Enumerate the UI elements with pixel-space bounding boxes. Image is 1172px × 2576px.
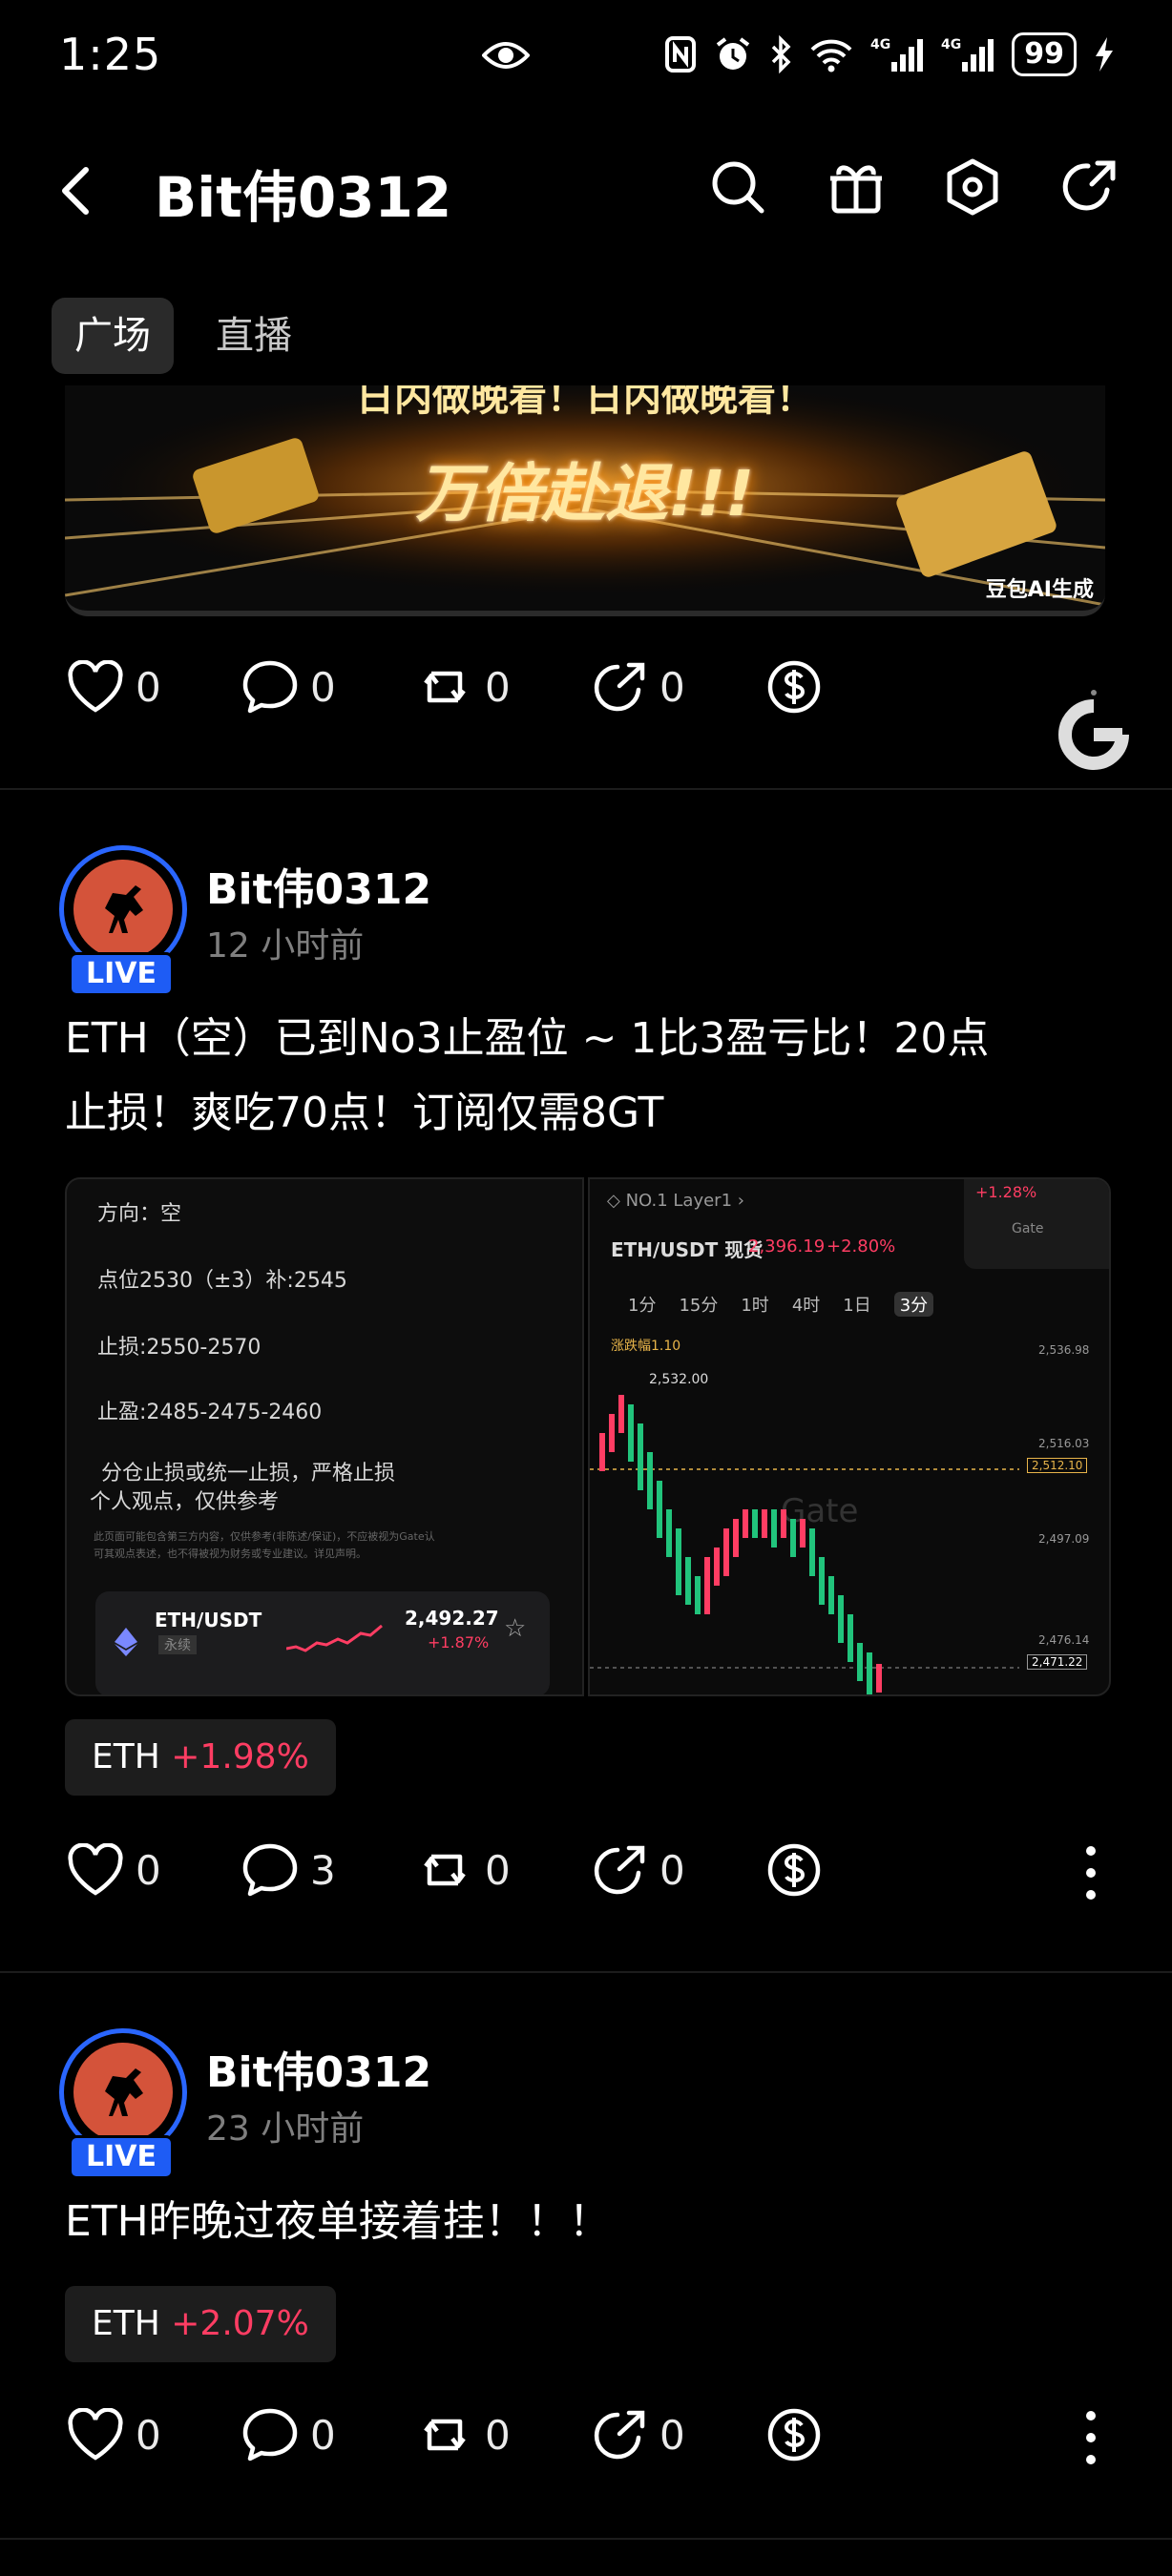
coin-chip[interactable]: ETH +2.07% [65,2286,336,2362]
divider [0,1971,1172,1973]
coin-chip[interactable]: ETH +1.98% [65,1719,336,1796]
comment-icon [242,2408,298,2462]
gift-icon[interactable] [827,157,886,217]
dollar-coin-icon [767,660,821,714]
charging-icon [1094,35,1115,73]
status-time: 1:25 [59,29,162,80]
signal-4g-icon-1: 4G [870,35,924,73]
tip-button[interactable] [765,658,940,716]
wifi-icon [809,36,853,73]
divider [0,788,1172,790]
heart-icon [68,660,123,713]
heart-icon [68,2408,123,2461]
tip-button[interactable] [765,1841,940,1899]
like-button[interactable]: 0 [67,660,241,714]
heart-icon [68,1843,123,1896]
loading-spinner-icon [1054,687,1134,773]
post-text[interactable]: ETH昨晚过夜单接着挂！！！ [65,2185,1143,2259]
signal-4g-icon-2: 4G [941,35,994,73]
repost-icon [424,1854,466,1886]
post-image-signal[interactable]: 方向：空 点位2530（±3）补:2545 止损:2550-2570 止盈:24… [65,1177,584,1696]
banner-ai-tag: 豆包AI生成 [985,578,1094,602]
banner-image[interactable]: 日内做晚看！日内做晚看！ 万倍赴退!!! 豆包AI生成 [65,385,1105,616]
battery-level: 99 [1012,32,1077,76]
post-time: 23 小时前 [206,2109,365,2149]
post2-actions: 0 0 0 0 [67,2406,940,2463]
comment-icon [242,660,298,714]
eye-icon [482,38,530,73]
bluetooth-icon [769,35,792,73]
banner-main-text: 万倍赴退!!! [415,457,755,530]
share-post-button[interactable]: 0 [591,2407,765,2462]
more-options-icon[interactable] [1073,1843,1109,1902]
search-icon[interactable] [708,157,767,217]
comment-button[interactable]: 0 [241,2407,416,2462]
avatar[interactable]: LIVE [55,845,193,998]
repost-button[interactable]: 0 [416,2408,591,2462]
share-arrow-icon [594,2410,645,2460]
dollar-coin-icon [767,2408,821,2462]
author-name[interactable]: Bit伟0312 [206,855,431,916]
share-post-button[interactable]: 0 [591,1842,765,1898]
post-text[interactable]: ETH（空）已到No3止盈位 ~ 1比3盈亏比！20点 止损！爽吃70点！订阅仅… [65,1002,1143,1151]
repost-button[interactable]: 0 [416,1843,591,1897]
page-title: Bit伟0312 [155,165,452,230]
nfc-icon [664,35,697,73]
like-button[interactable]: 0 [67,1843,241,1897]
dollar-coin-icon [767,1843,821,1897]
author-name[interactable]: Bit伟0312 [206,2038,431,2099]
share-post-button[interactable]: 0 [591,659,765,715]
share-arrow-icon [594,1845,645,1895]
repost-button[interactable]: 0 [416,660,591,714]
post1-actions: 0 3 0 0 [67,1841,940,1899]
interval-tabs: 1分 15分 1时 4时 1日 3分 [628,1292,934,1317]
comment-button[interactable]: 3 [241,1842,416,1898]
star-icon: ☆ [504,1614,527,1643]
more-options-icon[interactable] [1073,2408,1109,2467]
ticker-card: ETH/USDT 永续 2,492.27 +1.87% ☆ [95,1591,550,1694]
candlestick-chart [590,1395,1019,1694]
back-button[interactable] [57,164,95,218]
post0-actions: 0 0 0 0 [67,658,940,716]
tab-plaza[interactable]: 广场 [52,298,174,374]
tip-button[interactable] [765,2406,940,2463]
eth-icon [115,1628,137,1656]
post-time: 12 小时前 [206,926,365,966]
share-icon[interactable] [1059,157,1119,217]
repost-icon [424,2419,466,2451]
comment-icon [242,1843,298,1897]
comment-button[interactable]: 0 [241,659,416,715]
svg-text:4G: 4G [870,37,890,52]
status-icons: 4G 4G 99 [664,32,1115,76]
alarm-icon [714,35,752,73]
post-image-chart[interactable]: ◇ NO.1 Layer1 › +1.28% Gate ETH/USDT 现货 … [588,1177,1111,1696]
tab-bar: 广场 直播 [52,298,315,374]
avatar[interactable]: LIVE [55,2028,193,2181]
like-button[interactable]: 0 [67,2408,241,2462]
repost-icon [424,671,466,703]
settings-hex-icon[interactable] [943,157,1002,217]
tab-live[interactable]: 直播 [193,298,315,374]
live-badge: LIVE [69,952,174,996]
divider [0,2538,1172,2540]
live-badge: LIVE [69,2135,174,2179]
banner-top-text: 日内做晚看！日内做晚看！ [356,385,814,420]
share-arrow-icon [594,662,645,712]
svg-text:4G: 4G [941,37,961,52]
